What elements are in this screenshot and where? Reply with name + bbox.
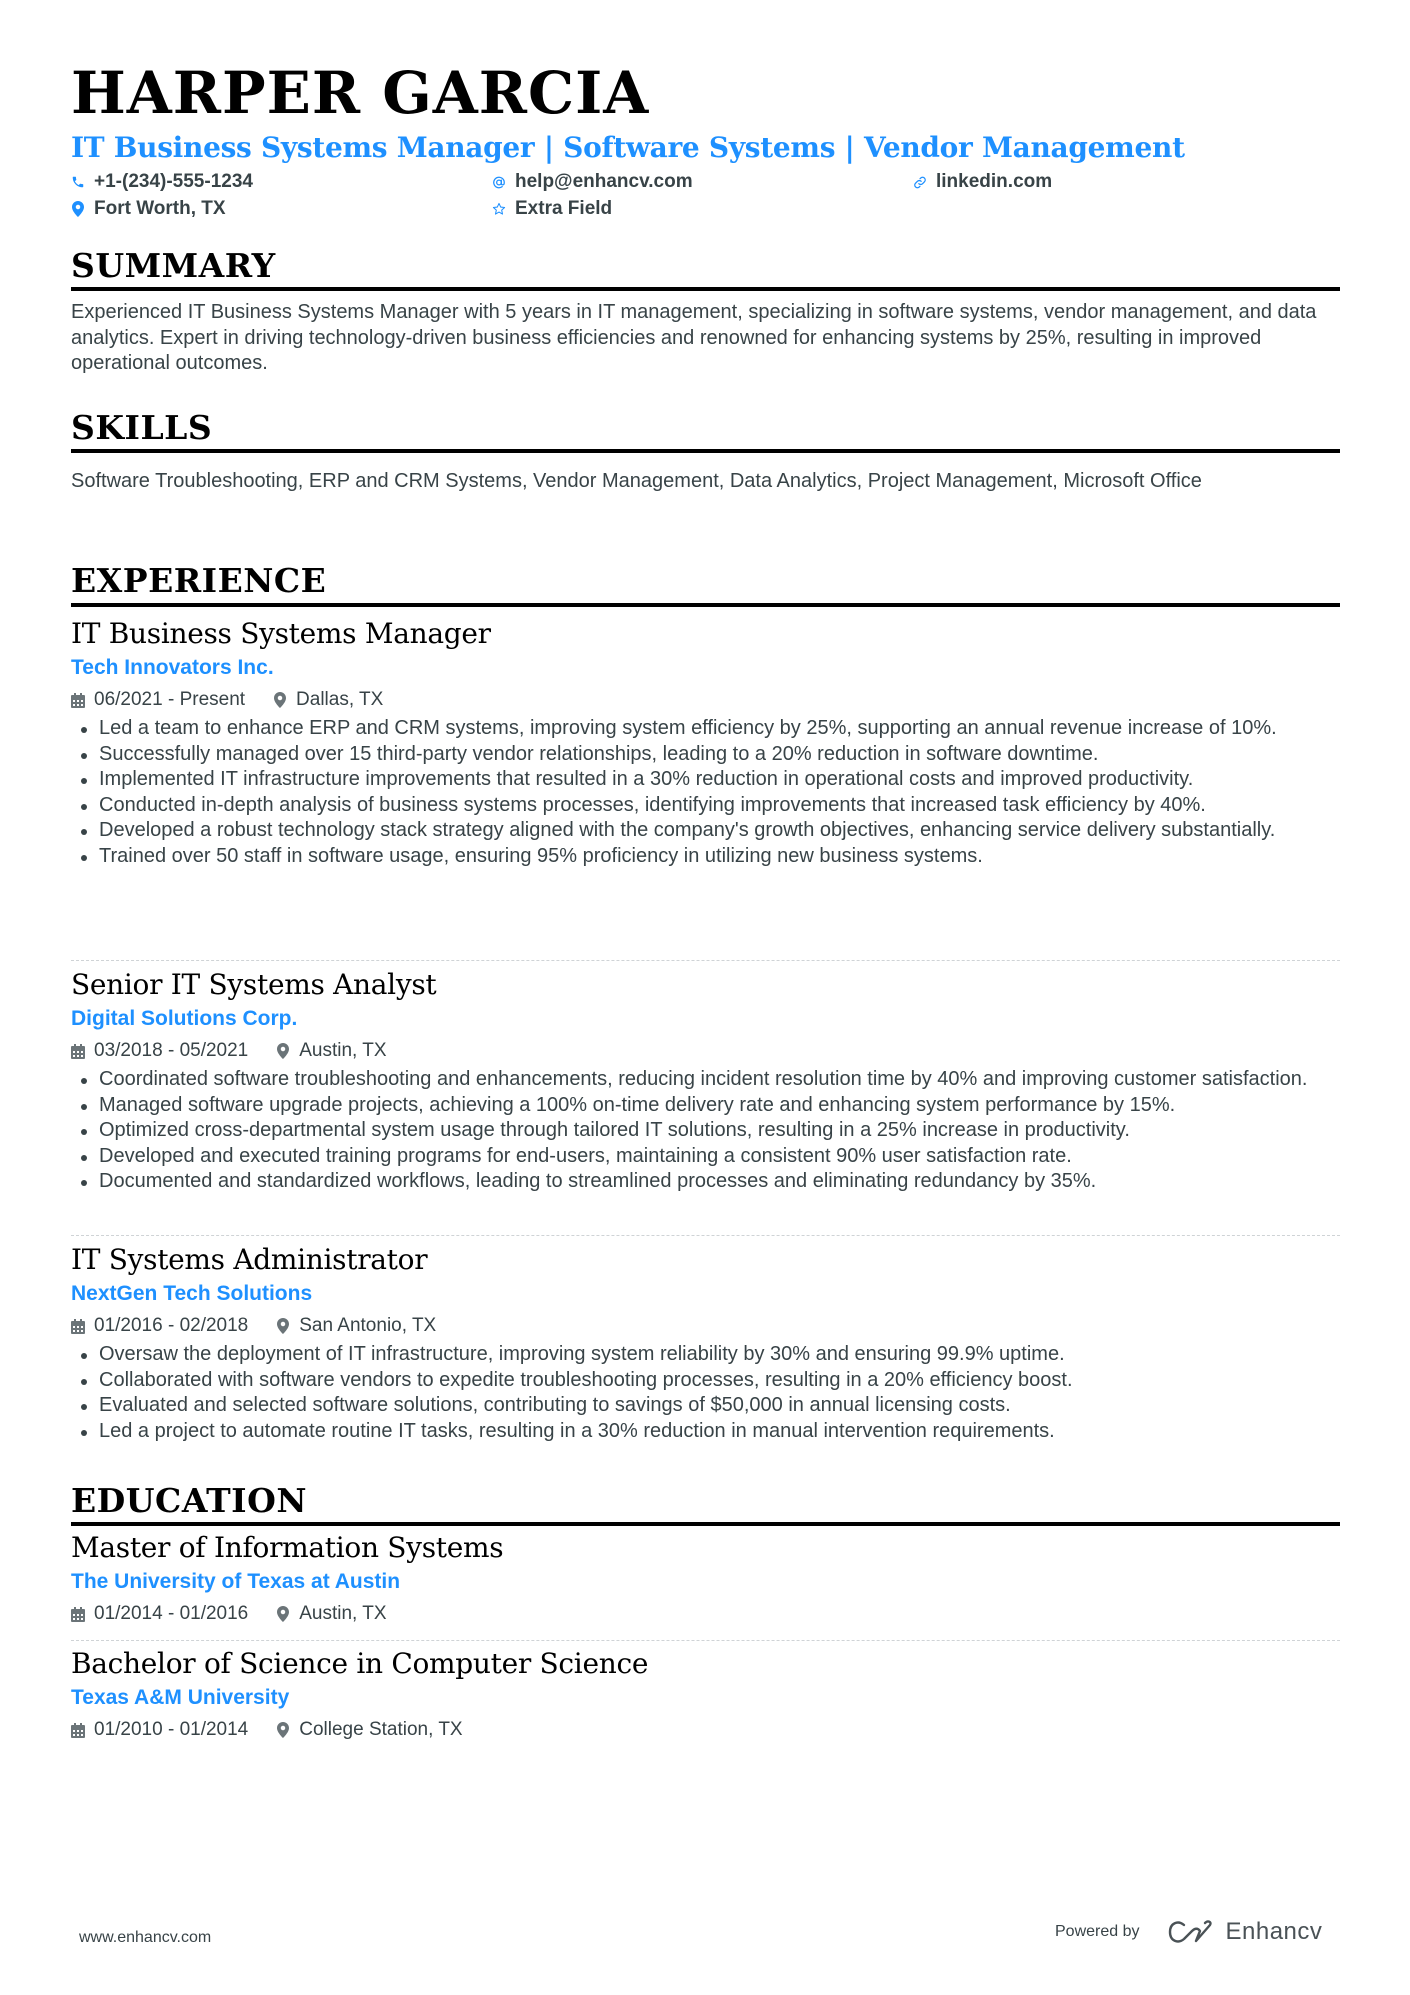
entry-divider <box>71 960 1340 961</box>
calendar-icon <box>71 1317 85 1335</box>
bullet-item: Developed a robust technology stack stra… <box>71 818 1340 844</box>
section-divider <box>71 449 1340 453</box>
job-dates: 06/2021 - Present <box>94 689 246 710</box>
bullet-item: Optimized cross-departmental system usag… <box>71 1118 1340 1144</box>
entry-meta: 06/2021 - Present Dallas, TX <box>71 684 1340 716</box>
entry-divider <box>71 1235 1340 1236</box>
degree-title: Master of Information Systems <box>71 1531 504 1564</box>
entry-meta: 01/2016 - 02/2018 San Antonio, TX <box>71 1310 1340 1342</box>
map-pin-icon <box>276 1605 290 1623</box>
star-icon <box>492 200 506 218</box>
experience-entry: IT Business Systems Manager Tech Innovat… <box>71 616 1340 870</box>
bullet-item: Developed and executed training programs… <box>71 1144 1340 1170</box>
bullet-item: Trained over 50 staff in software usage,… <box>71 844 1340 870</box>
summary-heading: SUMMARY <box>71 246 276 285</box>
enhancv-brand-text: Enhancv <box>1225 1918 1323 1945</box>
email-text: help@enhancv.com <box>515 171 693 192</box>
extra-field-text: Extra Field <box>515 198 613 219</box>
calendar-icon <box>71 1042 85 1060</box>
powered-by-label: Powered by <box>1055 1923 1140 1940</box>
contact-email[interactable]: help@enhancv.com <box>492 168 693 196</box>
education-entry: Master of Information Systems The Univer… <box>71 1530 1340 1630</box>
calendar-icon <box>71 1605 85 1623</box>
calendar-icon <box>71 691 85 709</box>
education-entry: Bachelor of Science in Computer Science … <box>71 1646 1340 1746</box>
enhancv-logo-icon <box>1168 1920 1212 1943</box>
map-pin-icon <box>71 200 85 218</box>
location-text: Fort Worth, TX <box>94 198 226 219</box>
summary-text: Experienced IT Business Systems Manager … <box>71 301 1317 375</box>
job-location: San Antonio, TX <box>299 1315 437 1336</box>
contact-linkedin[interactable]: linkedin.com <box>913 168 1052 196</box>
bullet-item: Managed software upgrade projects, achie… <box>71 1093 1340 1119</box>
job-bullets: Led a team to enhance ERP and CRM system… <box>71 716 1340 870</box>
entry-meta: 03/2018 - 05/2021 Austin, TX <box>71 1035 1340 1067</box>
bullet-item: Evaluated and selected software solution… <box>71 1393 1340 1419</box>
contact-extra-field: Extra Field <box>492 195 612 223</box>
calendar-icon <box>71 1721 85 1739</box>
bullet-item: Implemented IT infrastructure improvemen… <box>71 767 1340 793</box>
job-bullets: Oversaw the deployment of IT infrastruct… <box>71 1342 1340 1444</box>
phone-text: +1-(234)-555-1234 <box>94 171 253 192</box>
education-dates: 01/2014 - 01/2016 <box>94 1603 249 1624</box>
company-name: Digital Solutions Corp. <box>71 1007 298 1030</box>
skills-heading: SKILLS <box>71 408 213 447</box>
section-divider <box>71 1522 1340 1526</box>
job-bullets: Coordinated software troubleshooting and… <box>71 1067 1340 1195</box>
school-name: The University of Texas at Austin <box>71 1570 401 1593</box>
job-title: IT Systems Administrator <box>71 1243 428 1276</box>
map-pin-icon <box>276 1317 290 1335</box>
education-dates: 01/2010 - 01/2014 <box>94 1719 249 1740</box>
link-icon <box>913 173 927 191</box>
bullet-item: Led a team to enhance ERP and CRM system… <box>71 716 1340 742</box>
entry-divider <box>71 1640 1340 1641</box>
skills-text: Software Troubleshooting, ERP and CRM Sy… <box>71 470 1202 492</box>
job-title: Senior IT Systems Analyst <box>71 968 437 1001</box>
candidate-name: HARPER GARCIA <box>71 59 650 127</box>
education-location: College Station, TX <box>299 1719 463 1740</box>
bullet-item: Led a project to automate routine IT tas… <box>71 1419 1340 1445</box>
experience-heading: EXPERIENCE <box>71 561 327 600</box>
job-location: Austin, TX <box>299 1040 387 1061</box>
company-name: Tech Innovators Inc. <box>71 656 274 679</box>
experience-entry: IT Systems Administrator NextGen Tech So… <box>71 1242 1340 1444</box>
contact-location: Fort Worth, TX <box>71 195 226 223</box>
section-divider <box>71 603 1340 607</box>
degree-title: Bachelor of Science in Computer Science <box>71 1647 649 1680</box>
section-divider <box>71 287 1340 291</box>
bullet-item: Coordinated software troubleshooting and… <box>71 1067 1340 1093</box>
map-pin-icon <box>276 1721 290 1739</box>
candidate-headline: IT Business Systems Manager | Software S… <box>71 131 1185 164</box>
at-icon <box>492 173 506 191</box>
company-name: NextGen Tech Solutions <box>71 1282 313 1305</box>
bullet-item: Oversaw the deployment of IT infrastruct… <box>71 1342 1340 1368</box>
job-dates: 03/2018 - 05/2021 <box>94 1040 249 1061</box>
linkedin-text: linkedin.com <box>936 171 1053 192</box>
job-location: Dallas, TX <box>296 689 384 710</box>
bullet-item: Successfully managed over 15 third-party… <box>71 742 1340 768</box>
education-heading: EDUCATION <box>71 1481 308 1520</box>
contact-phone[interactable]: +1-(234)-555-1234 <box>71 168 253 196</box>
entry-meta: 01/2014 - 01/2016 Austin, TX <box>71 1598 1340 1630</box>
footer-branding[interactable]: Powered by Enhancv <box>1055 1918 1322 1946</box>
bullet-item: Collaborated with software vendors to ex… <box>71 1368 1340 1394</box>
school-name: Texas A&M University <box>71 1686 290 1709</box>
map-pin-icon <box>276 1042 290 1060</box>
bullet-item: Documented and standardized workflows, l… <box>71 1169 1340 1195</box>
education-location: Austin, TX <box>299 1603 387 1624</box>
footer-website[interactable]: www.enhancv.com <box>79 1929 211 1947</box>
bullet-item: Conducted in-depth analysis of business … <box>71 793 1340 819</box>
job-title: IT Business Systems Manager <box>71 617 491 650</box>
job-dates: 01/2016 - 02/2018 <box>94 1315 249 1336</box>
entry-meta: 01/2010 - 01/2014 College Station, TX <box>71 1714 1340 1746</box>
experience-entry: Senior IT Systems Analyst Digital Soluti… <box>71 967 1340 1195</box>
phone-icon <box>71 173 85 191</box>
map-pin-icon <box>273 691 287 709</box>
